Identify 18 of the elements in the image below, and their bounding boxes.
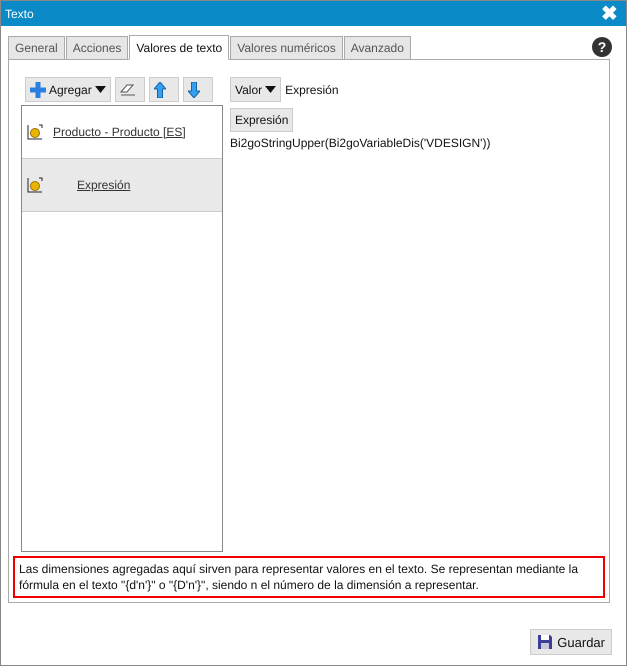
tab[interactable]: Avanzado [344,36,411,60]
list-item[interactable]: Expresión [22,159,222,212]
type-label: Expresión [285,82,338,96]
hint-text: Las dimensiones agregadas aquí sirven para representar valores en el texto. Se representan mediante la fórmula en el texto "{d'n'}" o "{D'n'}", siendo n el número de la dimensión a representar. [13,556,605,598]
tab[interactable]: Valores numéricos [230,36,343,60]
tab[interactable]: General [8,36,65,60]
help-button[interactable]: ? [592,36,612,56]
close-button[interactable]: ✖ [597,4,622,24]
item-link[interactable]: Expresión [77,178,130,192]
save-button[interactable]: Guardar [530,629,612,655]
item-link[interactable]: Producto - Producto [ES] [53,125,186,139]
type-dropdown[interactable]: Valor [230,77,282,102]
window-title: Texto [5,6,34,20]
tab[interactable]: Acciones [66,36,128,60]
expression-text: Bi2goStringUpper(Bi2goVariableDis('VDESIGN')) [230,136,490,150]
tab[interactable]: Valores de texto [129,35,230,60]
expression-button[interactable]: Expresión [230,108,294,132]
add-button[interactable]: Agregar [25,77,111,102]
